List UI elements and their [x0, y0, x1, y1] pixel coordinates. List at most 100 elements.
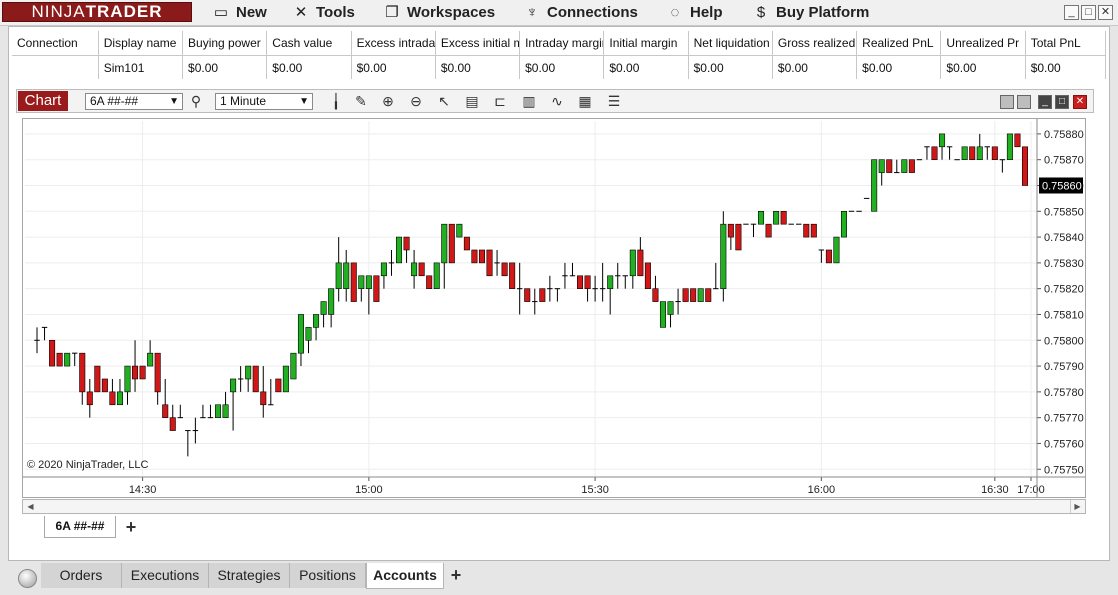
candle-down: [154, 352, 161, 393]
cell-buying-power: $0.00: [182, 55, 268, 79]
zoom-out-icon[interactable]: ⊖: [407, 93, 425, 110]
candle-down: [162, 404, 169, 418]
data-box-icon[interactable]: ▤: [463, 93, 481, 110]
menu-tools-label: Tools: [316, 4, 355, 21]
candle-up: [758, 210, 765, 225]
menu-tools[interactable]: ✕ Tools: [292, 3, 355, 22]
column-header-unrealized-pnl[interactable]: Unrealized Pr: [940, 31, 1026, 56]
candle-up: [976, 146, 983, 160]
y-tick-label: 0.75780: [1044, 387, 1084, 399]
candle-down: [275, 378, 282, 393]
column-header-total-pnl[interactable]: Total PnL: [1025, 31, 1107, 56]
candle-down: [169, 417, 176, 431]
add-tab-icon[interactable]: +: [121, 517, 141, 537]
menu-workspaces[interactable]: ❐ Workspaces: [383, 3, 495, 22]
candle-down: [1021, 146, 1029, 186]
bar-style-icon[interactable]: ╽: [327, 93, 345, 110]
link-group-button[interactable]: [1000, 95, 1014, 109]
column-header-realized-pnl[interactable]: Realized PnL: [856, 31, 942, 56]
menu-buy-platform[interactable]: $ Buy Platform: [752, 3, 870, 22]
chart-tab[interactable]: Chart: [18, 91, 68, 111]
candle-up: [297, 314, 304, 354]
candle-up: [335, 262, 342, 289]
indicators-icon[interactable]: ▥: [520, 93, 538, 110]
candle-up: [961, 146, 968, 160]
candle-up: [230, 378, 237, 393]
candle-up: [878, 159, 885, 173]
list-icon[interactable]: ☰: [605, 93, 623, 110]
maximize-chart-button[interactable]: □: [1055, 95, 1069, 109]
scroll-left-icon[interactable]: ◀: [24, 500, 37, 513]
chart-panel[interactable]: 0.75880 0.75870 0.75860 0.75850 0.75840 0.758…: [22, 118, 1086, 498]
tab-strategies[interactable]: Strategies: [209, 563, 290, 588]
tab-strip-menu-button[interactable]: [18, 569, 37, 588]
x-tick-label: 16:30: [981, 484, 1009, 496]
candle-down: [403, 236, 410, 251]
scroll-right-icon[interactable]: ▶: [1070, 500, 1084, 513]
accounts-header-row: Connection Display name Buying power Cas…: [12, 31, 1107, 56]
menu-workspaces-label: Workspaces: [407, 4, 496, 21]
cell-unrealized-pnl: $0.00: [940, 55, 1026, 79]
column-header-initial-margin[interactable]: Initial margin: [603, 31, 689, 56]
pointer-icon[interactable]: ↖: [435, 93, 453, 110]
chart-horizontal-scrollbar[interactable]: ◀ ▶: [22, 499, 1086, 514]
candle-down: [705, 288, 712, 302]
zoom-in-icon[interactable]: ⊕: [379, 93, 397, 110]
candle-down: [463, 236, 470, 251]
column-header-display-name[interactable]: Display name: [98, 31, 184, 56]
tab-options-button[interactable]: [1017, 95, 1031, 109]
column-header-cash-value[interactable]: Cash value: [266, 31, 352, 56]
menu-connections[interactable]: ♆ Connections: [523, 3, 637, 22]
y-tick-label: 0.75880: [1044, 129, 1084, 141]
column-header-intraday-margin[interactable]: Intraday margin: [519, 31, 605, 56]
drawing-objects-icon[interactable]: ⊏: [491, 93, 509, 110]
tab-executions[interactable]: Executions: [122, 563, 209, 588]
instrument-tab[interactable]: 6A ##-##: [44, 516, 116, 538]
maximize-window-button[interactable]: □: [1081, 5, 1096, 20]
minimize-window-button[interactable]: _: [1064, 5, 1079, 20]
search-icon[interactable]: ⚲: [187, 93, 205, 110]
close-window-button[interactable]: ✕: [1098, 5, 1113, 20]
candle-up: [607, 275, 614, 289]
properties-icon[interactable]: ▦: [576, 93, 594, 110]
close-chart-button[interactable]: ✕: [1073, 95, 1087, 109]
menu-help[interactable]: ◌ Help: [666, 3, 723, 22]
tab-accounts[interactable]: Accounts: [366, 563, 444, 589]
add-tab-icon[interactable]: +: [446, 565, 466, 585]
strategies-icon[interactable]: ∿: [548, 93, 566, 110]
cell-excess-intraday: $0.00: [351, 55, 436, 79]
minimize-chart-button[interactable]: _: [1038, 95, 1052, 109]
column-header-excess-initial[interactable]: Excess initial margin: [435, 31, 521, 56]
candle-down: [682, 288, 689, 302]
price-chart[interactable]: 0.75880 0.75870 0.75860 0.75850 0.75840 0.758…: [23, 119, 1085, 497]
candle-up: [433, 262, 440, 289]
cell-initial-margin: $0.00: [603, 55, 689, 79]
chevron-down-icon: ▼: [299, 96, 309, 107]
tab-positions[interactable]: Positions: [290, 563, 366, 588]
menu-new[interactable]: ▭ New: [212, 3, 267, 22]
column-header-excess-intraday[interactable]: Excess intraday: [351, 31, 436, 56]
table-row[interactable]: Sim101 $0.00 $0.00 $0.00 $0.00 $0.00 $0.…: [12, 55, 1107, 79]
candle-down: [101, 378, 108, 393]
column-header-buying-power[interactable]: Buying power: [182, 31, 268, 56]
interval-selector[interactable]: 1 Minute ▼: [215, 93, 313, 110]
column-header-gross-realized[interactable]: Gross realized: [772, 31, 858, 56]
candle-down: [471, 249, 478, 264]
dollar-icon: $: [756, 4, 766, 21]
candle-down: [1014, 133, 1021, 148]
x-tick-label: 17:00: [1017, 484, 1045, 496]
pencil-icon[interactable]: ✎: [352, 93, 370, 110]
candle-down: [448, 223, 455, 264]
tab-orders[interactable]: Orders: [41, 563, 122, 588]
candle-down: [260, 391, 267, 406]
close-icon: ✕: [1075, 96, 1085, 107]
candle-up: [214, 404, 222, 418]
candle-up: [833, 236, 840, 264]
column-header-net-liquidation[interactable]: Net liquidation: [688, 31, 773, 56]
column-header-connection[interactable]: Connection: [12, 31, 99, 56]
instrument-selector[interactable]: 6A ##-## ▼: [85, 93, 183, 110]
candle-up: [396, 236, 403, 264]
plug-icon: ♆: [526, 4, 538, 21]
y-tick-label: 0.75870: [1044, 155, 1084, 167]
y-tick-label: 0.75810: [1044, 309, 1084, 321]
